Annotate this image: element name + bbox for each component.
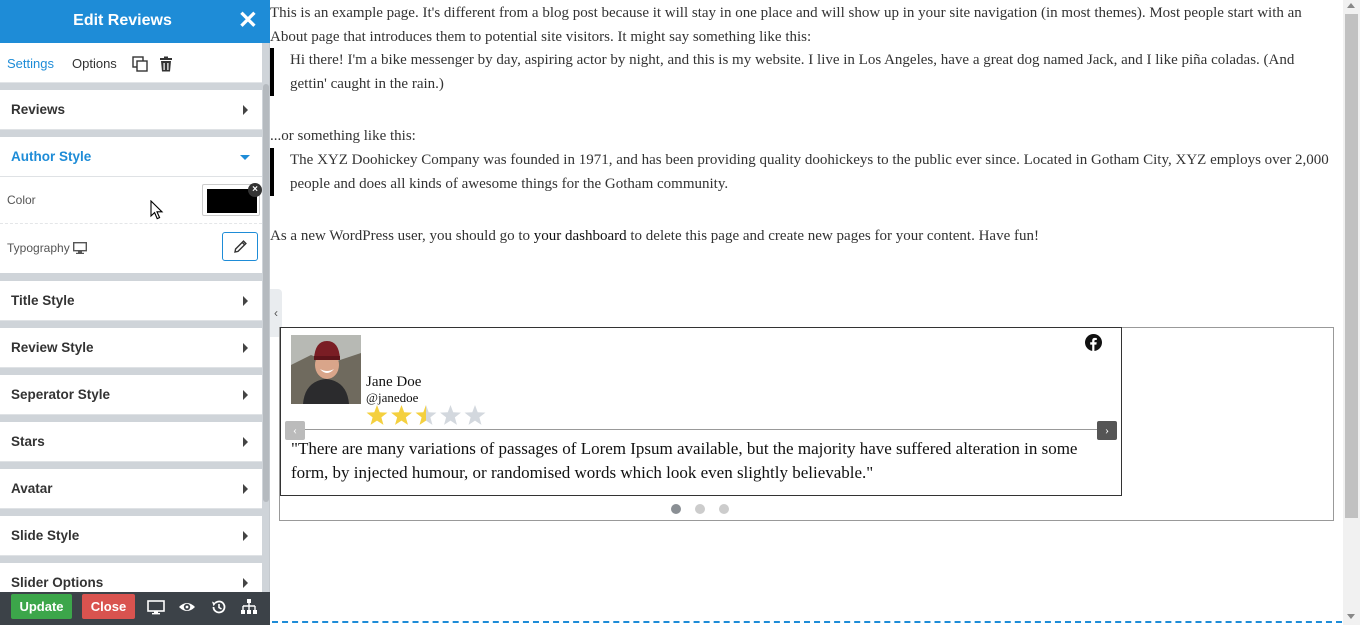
field-divider [0, 223, 262, 224]
chevron-right-icon [243, 105, 248, 115]
section-label: Slider Options [11, 575, 104, 590]
panel-header: Edit Reviews ✕ [0, 0, 270, 43]
author-style-fields: Color Typography [0, 177, 262, 273]
section-separator-style[interactable]: Seperator Style [0, 375, 262, 415]
text: As a new WordPress user, you should go t… [270, 228, 534, 244]
module-outline [272, 621, 1342, 623]
star-icon [366, 405, 388, 425]
intro-paragraph: This is an example page. It's different … [270, 5, 1302, 45]
section-label: Reviews [11, 102, 66, 117]
chevron-right-icon [243, 390, 248, 400]
slider-dot[interactable] [719, 504, 729, 514]
copy-icon[interactable] [132, 56, 148, 72]
page-scrollbar-thumb[interactable] [1345, 14, 1358, 518]
review-divider [290, 429, 1112, 430]
chevron-right-icon [243, 484, 248, 494]
review-slide: Jane Doe @janedoe ‹ › "There are many va… [280, 327, 1122, 496]
typography-label: Typography [7, 241, 70, 255]
review-text: "There are many variations of passages o… [291, 439, 1078, 482]
sitemap-icon[interactable] [240, 598, 258, 616]
star-icon [391, 405, 412, 425]
mouse-cursor-icon [150, 200, 164, 220]
close-button[interactable]: Close [82, 594, 135, 619]
section-review-style[interactable]: Review Style [0, 328, 262, 368]
closing-paragraph: As a new WordPress user, you should go t… [270, 224, 1039, 248]
edit-typography-button[interactable] [222, 232, 258, 261]
chevron-right-icon [243, 343, 248, 353]
color-label: Color [7, 193, 36, 207]
reviews-module[interactable]: Jane Doe @janedoe ‹ › "There are many va… [279, 327, 1334, 521]
history-icon[interactable] [210, 598, 228, 616]
section-author-style[interactable]: Author Style [0, 137, 262, 177]
chevron-right-icon [243, 296, 248, 306]
slider-dot[interactable] [671, 504, 681, 514]
close-icon[interactable]: ✕ [238, 8, 258, 34]
section-label: Seperator Style [11, 387, 111, 402]
panel-title: Edit Reviews [73, 12, 172, 29]
section-label: Review Style [11, 340, 94, 355]
star-rating [366, 405, 486, 425]
section-title-style[interactable]: Title Style [0, 281, 262, 321]
star-icon [440, 405, 461, 425]
settings-scroll-area: Reviews Author Style Color Typography Ti… [0, 84, 262, 592]
facebook-icon[interactable] [1085, 334, 1102, 351]
section-label: Author Style [11, 149, 92, 164]
section-avatar[interactable]: Avatar [0, 469, 262, 509]
avatar [291, 335, 361, 404]
chevron-right-icon [243, 578, 248, 588]
clear-color-icon[interactable]: × [248, 183, 262, 197]
blockquote: Hi there! I'm a bike messenger by day, a… [270, 48, 1333, 96]
section-label: Avatar [11, 481, 53, 496]
pencil-icon [234, 240, 247, 253]
editor-panel: Edit Reviews ✕ Settings Options Reviews … [0, 0, 270, 625]
chevron-right-icon [243, 437, 248, 447]
tab-options[interactable]: Options [72, 56, 117, 71]
star-icon [464, 405, 486, 425]
scroll-up-icon[interactable] [1347, 3, 1355, 8]
monitor-icon[interactable] [73, 242, 87, 254]
eye-icon[interactable] [178, 598, 196, 616]
star-icon [415, 405, 437, 425]
dashboard-link[interactable]: your dashboard [534, 228, 627, 244]
section-slide-style[interactable]: Slide Style [0, 516, 262, 556]
responsive-preview-icon[interactable] [147, 598, 165, 616]
panel-tabs: Settings Options [0, 43, 262, 83]
panel-footer: Update Close [0, 592, 270, 625]
text: to delete this page and create new pages… [626, 228, 1039, 244]
page-content: This is an example page. It's different … [270, 0, 1343, 625]
section-stars[interactable]: Stars [0, 422, 262, 462]
section-label: Stars [11, 434, 45, 449]
chevron-down-icon [240, 155, 250, 160]
tab-settings[interactable]: Settings [7, 56, 54, 71]
chevron-right-icon [243, 531, 248, 541]
panel-scrollbar[interactable] [263, 84, 269, 502]
section-slider-options[interactable]: Slider Options [0, 563, 262, 592]
paragraph: ...or something like this: [270, 128, 416, 144]
section-label: Slide Style [11, 528, 80, 543]
slider-dot[interactable] [695, 504, 705, 514]
blockquote: The XYZ Doohickey Company was founded in… [270, 148, 1333, 196]
scroll-down-icon[interactable] [1347, 614, 1355, 619]
section-label: Title Style [11, 293, 75, 308]
section-reviews[interactable]: Reviews [0, 90, 262, 130]
review-author-name: Jane Doe [366, 374, 422, 390]
update-button[interactable]: Update [11, 594, 72, 619]
trash-icon[interactable] [158, 56, 174, 72]
